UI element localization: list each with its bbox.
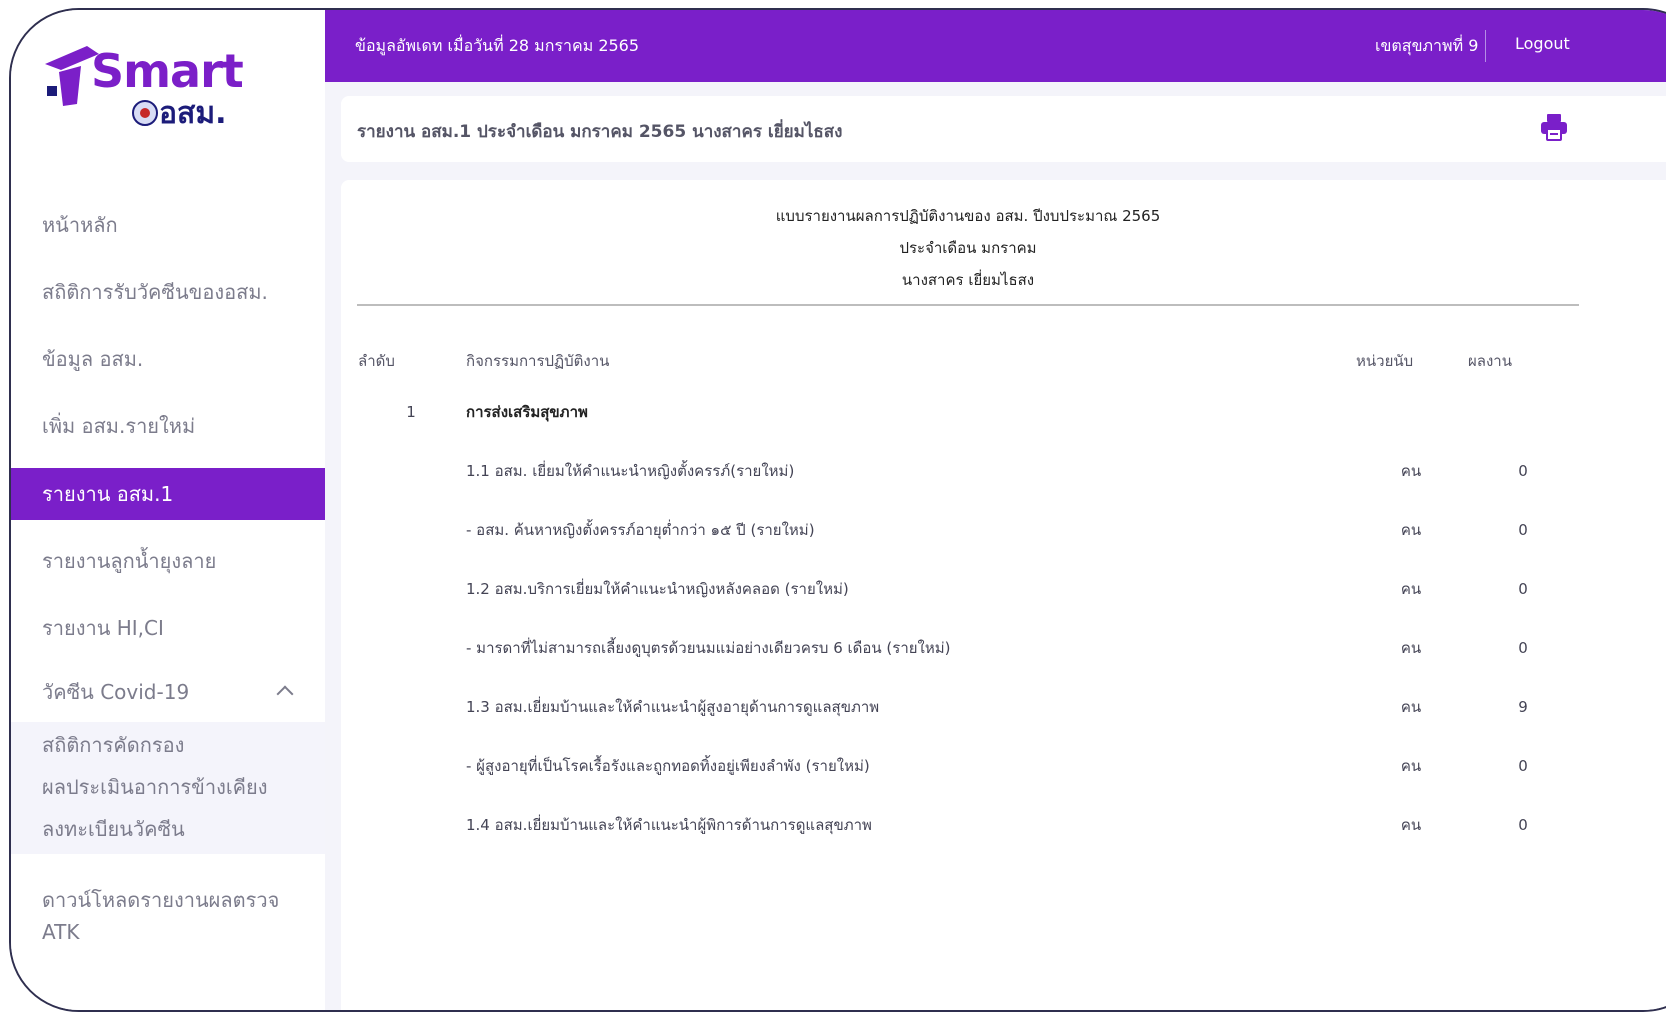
- row-unit: คน: [1400, 697, 1422, 716]
- col-header-no: ลำดับ: [358, 352, 395, 370]
- row-result: 0: [1518, 756, 1528, 775]
- update-date-text: ข้อมูลอัพเดท เมื่อวันที่ 28 มกราคม 2565: [355, 36, 640, 55]
- row-unit: คน: [1400, 638, 1422, 657]
- header-divider: [1485, 30, 1486, 62]
- col-header-unit: หน่วยนับ: [1356, 352, 1414, 370]
- table-row: 1.2 อสม.บริการเยี่ยมให้คำแนะนำหญิงหลังคล…: [357, 559, 1579, 618]
- sidebar-group-label: วัคซีน Covid-19: [42, 680, 190, 704]
- report-card: แบบรายงานผลการปฏิบัติงานของ อสม. ปีงบประ…: [341, 180, 1666, 1010]
- sidebar-group-covid-vaccine[interactable]: วัคซีน Covid-19: [11, 662, 325, 722]
- section-title: การส่งเสริมสุขภาพ: [466, 402, 588, 421]
- row-activity: 1.4 อสม.เยี่ยมบ้านและให้คำแนะนำผู้พิการด…: [466, 815, 872, 834]
- app-frame: Smart อสม. หน้าหลัก สถิติการรับวัคซีนของ…: [9, 8, 1666, 1012]
- report-table: ลำดับ กิจกรรมการปฏิบัติงาน หน่วยนับ ผลงา…: [357, 340, 1579, 854]
- sidebar-item-osm-data[interactable]: ข้อมูล อสม.: [11, 326, 325, 393]
- table-section-row: 1 การส่งเสริมสุขภาพ: [357, 382, 1579, 441]
- sidebar-item-hici-report[interactable]: รายงาน HI,CI: [11, 595, 325, 662]
- row-unit: คน: [1400, 815, 1422, 834]
- report-title-card: รายงาน อสม.1 ประจำเดือน มกราคม 2565 นางส…: [341, 96, 1666, 162]
- col-header-result: ผลงาน: [1468, 352, 1512, 370]
- sidebar-item-larvae-report[interactable]: รายงานลูกน้ำยุงลาย: [11, 528, 325, 595]
- sidebar-item-screening-stats[interactable]: สถิติการคัดกรอง: [11, 724, 325, 766]
- col-header-activity: กิจกรรมการปฏิบัติงาน: [466, 352, 610, 370]
- row-result: 0: [1518, 461, 1528, 480]
- table-row: 1.1 อสม. เยี่ยมให้คำแนะนำหญิงตั้งครรภ์(ร…: [357, 441, 1579, 500]
- logout-link[interactable]: Logout: [1515, 34, 1570, 53]
- sidebar-item-home[interactable]: หน้าหลัก: [11, 192, 325, 259]
- row-unit: คน: [1400, 579, 1422, 598]
- sidebar-item-add-osm[interactable]: เพิ่ม อสม.รายใหม่: [11, 393, 325, 460]
- report-title: แบบรายงานผลการปฏิบัติงานของ อสม. ปีงบประ…: [775, 207, 1161, 225]
- sidebar-item-osm1-report[interactable]: รายงาน อสม.1: [11, 468, 325, 520]
- sidebar-item-side-effects[interactable]: ผลประเมินอาการข้างเคียง: [11, 766, 325, 808]
- report-divider: [357, 304, 1579, 306]
- health-region-label: เขตสุขภาพที่ 9: [1375, 36, 1479, 55]
- logo-seal-icon: [132, 100, 158, 126]
- row-result: 0: [1518, 520, 1528, 539]
- row-activity: 1.2 อสม.บริการเยี่ยมให้คำแนะนำหญิงหลังคล…: [466, 579, 849, 598]
- chevron-up-icon[interactable]: [276, 685, 294, 703]
- table-row: - อสม. ค้นหาหญิงตั้งครรภ์อายุต่ำกว่า ๑๕ …: [357, 500, 1579, 559]
- row-activity: - ผู้สูงอายุที่เป็นโรคเรื้อรังและถูกทอดท…: [466, 756, 870, 775]
- smart-osm-logo[interactable]: Smart อสม.: [41, 40, 261, 131]
- table-header-row: ลำดับ กิจกรรมการปฏิบัติงาน หน่วยนับ ผลงา…: [357, 340, 1579, 382]
- row-unit: คน: [1400, 756, 1422, 775]
- logo-subtitle: อสม.: [159, 96, 227, 131]
- row-activity: 1.1 อสม. เยี่ยมให้คำแนะนำหญิงตั้งครรภ์(ร…: [466, 461, 795, 480]
- sidebar-subnav: สถิติการคัดกรอง ผลประเมินอาการข้างเคียง …: [11, 722, 325, 854]
- row-result: 9: [1518, 697, 1528, 716]
- row-activity: - มารดาที่ไม่สามารถเลี้ยงดูบุตรด้วยนมแม่…: [466, 638, 951, 657]
- row-result: 0: [1518, 815, 1528, 834]
- row-unit: คน: [1400, 520, 1422, 539]
- table-row: 1.3 อสม.เยี่ยมบ้านและให้คำแนะนำผู้สูงอาย…: [357, 677, 1579, 736]
- row-unit: คน: [1400, 461, 1422, 480]
- table-row: - ผู้สูงอายุที่เป็นโรคเรื้อรังและถูกทอดท…: [357, 736, 1579, 795]
- sidebar-item-atk-download[interactable]: ดาวน์โหลดรายงานผลตรวจ ATK: [11, 854, 325, 948]
- sidebar: Smart อสม. หน้าหลัก สถิติการรับวัคซีนของ…: [11, 10, 325, 1010]
- report-person-name: นางสาคร เยี่ยมไธสง: [901, 271, 1035, 289]
- report-heading: แบบรายงานผลการปฏิบัติงานของ อสม. ปีงบประ…: [341, 200, 1595, 296]
- sidebar-nav: หน้าหลัก สถิติการรับวัคซีนของอสม. ข้อมูล…: [11, 192, 325, 948]
- table-row: 1.4 อสม.เยี่ยมบ้านและให้คำแนะนำผู้พิการด…: [357, 795, 1579, 854]
- page-title: รายงาน อสม.1 ประจำเดือน มกราคม 2565 นางส…: [357, 122, 843, 142]
- sidebar-item-vaccine-register[interactable]: ลงทะเบียนวัคซีน: [11, 808, 325, 850]
- report-month: ประจำเดือน มกราคม: [899, 239, 1037, 257]
- row-activity: - อสม. ค้นหาหญิงตั้งครรภ์อายุต่ำกว่า ๑๕ …: [466, 520, 815, 539]
- row-result: 0: [1518, 638, 1528, 657]
- row-result: 0: [1518, 579, 1528, 598]
- section-no: 1: [406, 402, 416, 421]
- printer-icon[interactable]: [1539, 112, 1569, 142]
- row-activity: 1.3 อสม.เยี่ยมบ้านและให้คำแนะนำผู้สูงอาย…: [466, 697, 880, 716]
- sidebar-item-vaccine-stats[interactable]: สถิติการรับวัคซีนของอสม.: [11, 259, 325, 326]
- table-row: - มารดาที่ไม่สามารถเลี้ยงดูบุตรด้วยนมแม่…: [357, 618, 1579, 677]
- top-header: ข้อมูลอัพเดท เมื่อวันที่ 28 มกราคม 2565 …: [325, 10, 1666, 82]
